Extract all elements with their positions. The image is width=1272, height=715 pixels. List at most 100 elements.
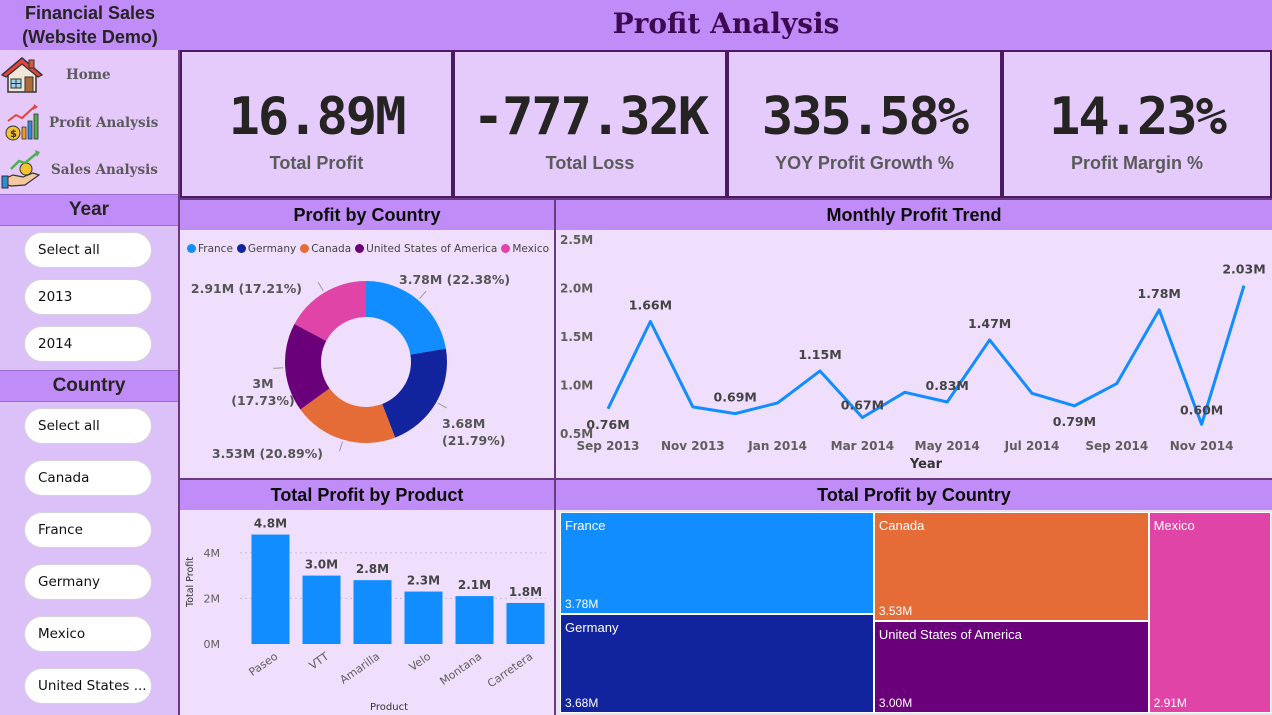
y-tick-label: 2.0M (560, 282, 593, 296)
x-tick-label: Nov 2013 (661, 439, 725, 453)
app-title: Financial Sales (Website Demo) (0, 0, 180, 50)
kpi-total-profit-value: 16.89M (228, 87, 407, 147)
kpi-yoy-profit-growth-label: YOY Profit Growth % (775, 153, 954, 173)
treemap-cell-united-states-of-america[interactable]: United States of America 3.00M (873, 620, 1149, 713)
profit-trend-line[interactable] (606, 285, 1246, 426)
x-tick-label: Carretera (485, 650, 535, 691)
x-axis-title: Year (909, 457, 943, 472)
bar-carretera[interactable] (506, 602, 545, 644)
line-data-label: 0.60M (1180, 402, 1223, 417)
treemap-cell-canada[interactable]: Canada 3.53M (873, 512, 1149, 621)
treemap-cell-value: 2.91M (1153, 696, 1187, 710)
x-tick-label: Jan 2014 (747, 439, 807, 453)
treemap-cell-value: 3.78M (565, 596, 599, 611)
x-tick-label: VTT (307, 650, 332, 673)
bar-montana[interactable] (455, 596, 494, 644)
country-option-france[interactable]: France (24, 512, 152, 548)
donut-data-label: 3.78M (22.38%) (399, 272, 510, 287)
bar-velo[interactable] (404, 591, 443, 644)
kpi-total-loss-label: Total Loss (545, 153, 635, 173)
country-slicer: Select all Canada France Germany Mexico … (0, 402, 178, 715)
treemap-cell-label: United States of America (878, 626, 1022, 642)
y-tick-label: 4M (204, 547, 221, 560)
nav-profit-analysis[interactable]: $ Profit Analysis (0, 100, 178, 146)
bar-chart: 0M 2M 4M Total Profit Product 4.8M Paseo 3.0M VT… (185, 517, 546, 713)
treemap-cell-mexico[interactable]: Mexico 2.91M (1148, 512, 1271, 713)
line-data-label: 1.66M (629, 297, 672, 312)
treemap-cell-france[interactable]: France 3.78M (560, 512, 874, 614)
treemap-cell-label: Mexico (1153, 518, 1195, 533)
donut-leader-line (273, 367, 284, 369)
x-tick-label: Sep 2014 (1085, 439, 1148, 453)
line-data-label: 0.67M (841, 398, 884, 413)
line-data-label: 1.15M (798, 347, 841, 362)
bar-data-label: 1.8M (509, 585, 542, 599)
treemap-cell-label: France (565, 518, 606, 533)
country-option-mexico[interactable]: Mexico (24, 616, 152, 652)
donut-slice-germany[interactable] (382, 348, 447, 438)
donut-leader-line (339, 441, 343, 452)
donut-data-label: 2.91M (17.21%) (191, 281, 302, 296)
x-axis-title: Product (370, 702, 408, 713)
svg-text:$: $ (10, 129, 17, 140)
donut-data-label: 3M (17.73%) (231, 376, 295, 408)
year-slicer: Select all 2013 2014 (0, 226, 178, 370)
y-tick-label: 2M (204, 592, 221, 605)
bar-chart-title: Total Profit by Product (180, 480, 554, 510)
bar-data-label: 2.8M (356, 562, 389, 576)
x-tick-label: Jul 2014 (1004, 439, 1060, 453)
kpi-yoy-profit-growth-value: 335.58% (761, 87, 969, 147)
y-axis-title: Total Profit (185, 557, 196, 608)
sales-hand-icon (0, 149, 44, 191)
treemap-cell-label: Canada (878, 518, 925, 533)
kpi-yoy-profit-growth: 335.58% YOY Profit Growth % (727, 50, 1002, 198)
bar-data-label: 3.0M (305, 558, 338, 572)
app-title-line1: Financial Sales (24, 3, 156, 23)
line-data-label: 2.03M (1222, 262, 1265, 277)
bar-vtt[interactable] (302, 575, 341, 644)
line-chart: 0.5M1.0M1.5M2.0M2.5MSep 2013 Nov 2013 Jan … (560, 233, 1266, 472)
x-tick-label: Montana (437, 650, 484, 688)
country-option-usa[interactable]: United States ... (24, 668, 152, 704)
bar-amarilla[interactable] (353, 580, 392, 644)
line-chart-title: Monthly Profit Trend (556, 200, 1272, 230)
kpi-total-profit: 16.89M Total Profit (180, 50, 453, 198)
x-tick-label: Amarilla (338, 650, 383, 687)
bar-data-label: 2.1M (458, 578, 491, 592)
donut-chart-title: Profit by Country (180, 200, 554, 230)
kpi-profit-margin-label: Profit Margin % (1070, 153, 1203, 173)
nav-home[interactable]: Home (0, 52, 178, 98)
profit-chart-icon: $ (0, 102, 44, 144)
bar-paseo[interactable] (251, 534, 290, 644)
line-data-label: 0.69M (714, 390, 757, 405)
treemap-cell-value: 3.00M (878, 695, 913, 710)
x-tick-label: Mar 2014 (831, 439, 895, 453)
kpi-profit-margin-value: 14.23% (1049, 87, 1227, 147)
country-option-canada[interactable]: Canada (24, 460, 152, 496)
bar-chart-panel: 0M 2M 4M Total Profit Product 4.8M Paseo 3.0M VT… (180, 510, 554, 715)
donut-data-label: 3.68M (21.79%) (442, 416, 506, 448)
country-slicer-title: Country (0, 370, 178, 402)
bar-data-label: 2.3M (407, 574, 440, 588)
country-option-germany[interactable]: Germany (24, 564, 152, 600)
bar-data-label: 4.8M (254, 517, 287, 531)
country-option-select-all[interactable]: Select all (24, 408, 152, 444)
page-title: Profit Analysis (180, 0, 1272, 50)
treemap-panel: France 3.78M Germany 3.68M Canada 3.53M United… (556, 510, 1272, 715)
donut-slice-france[interactable] (366, 281, 446, 355)
nav-sales-analysis[interactable]: Sales Analysis (0, 147, 178, 193)
nav-home-label: Home (66, 67, 111, 83)
x-tick-label: Nov 2014 (1170, 439, 1234, 453)
year-option-2013[interactable]: 2013 (24, 279, 152, 315)
treemap-cell-value: 3.68M (565, 695, 599, 710)
x-tick-label: Paseo (246, 650, 280, 679)
house-icon (0, 54, 44, 96)
treemap-cell-germany[interactable]: Germany 3.68M (560, 613, 874, 713)
kpi-profit-margin: 14.23% Profit Margin % (1002, 50, 1272, 198)
donut-leader-line (437, 402, 448, 409)
year-option-select-all[interactable]: Select all (24, 232, 152, 268)
treemap: France 3.78M Germany 3.68M Canada 3.53M United… (560, 512, 1271, 713)
treemap-cell-label: Germany (565, 619, 619, 635)
donut-chart-panel: France Germany Canada United States of Amer… (180, 230, 554, 478)
year-option-2014[interactable]: 2014 (24, 326, 152, 362)
